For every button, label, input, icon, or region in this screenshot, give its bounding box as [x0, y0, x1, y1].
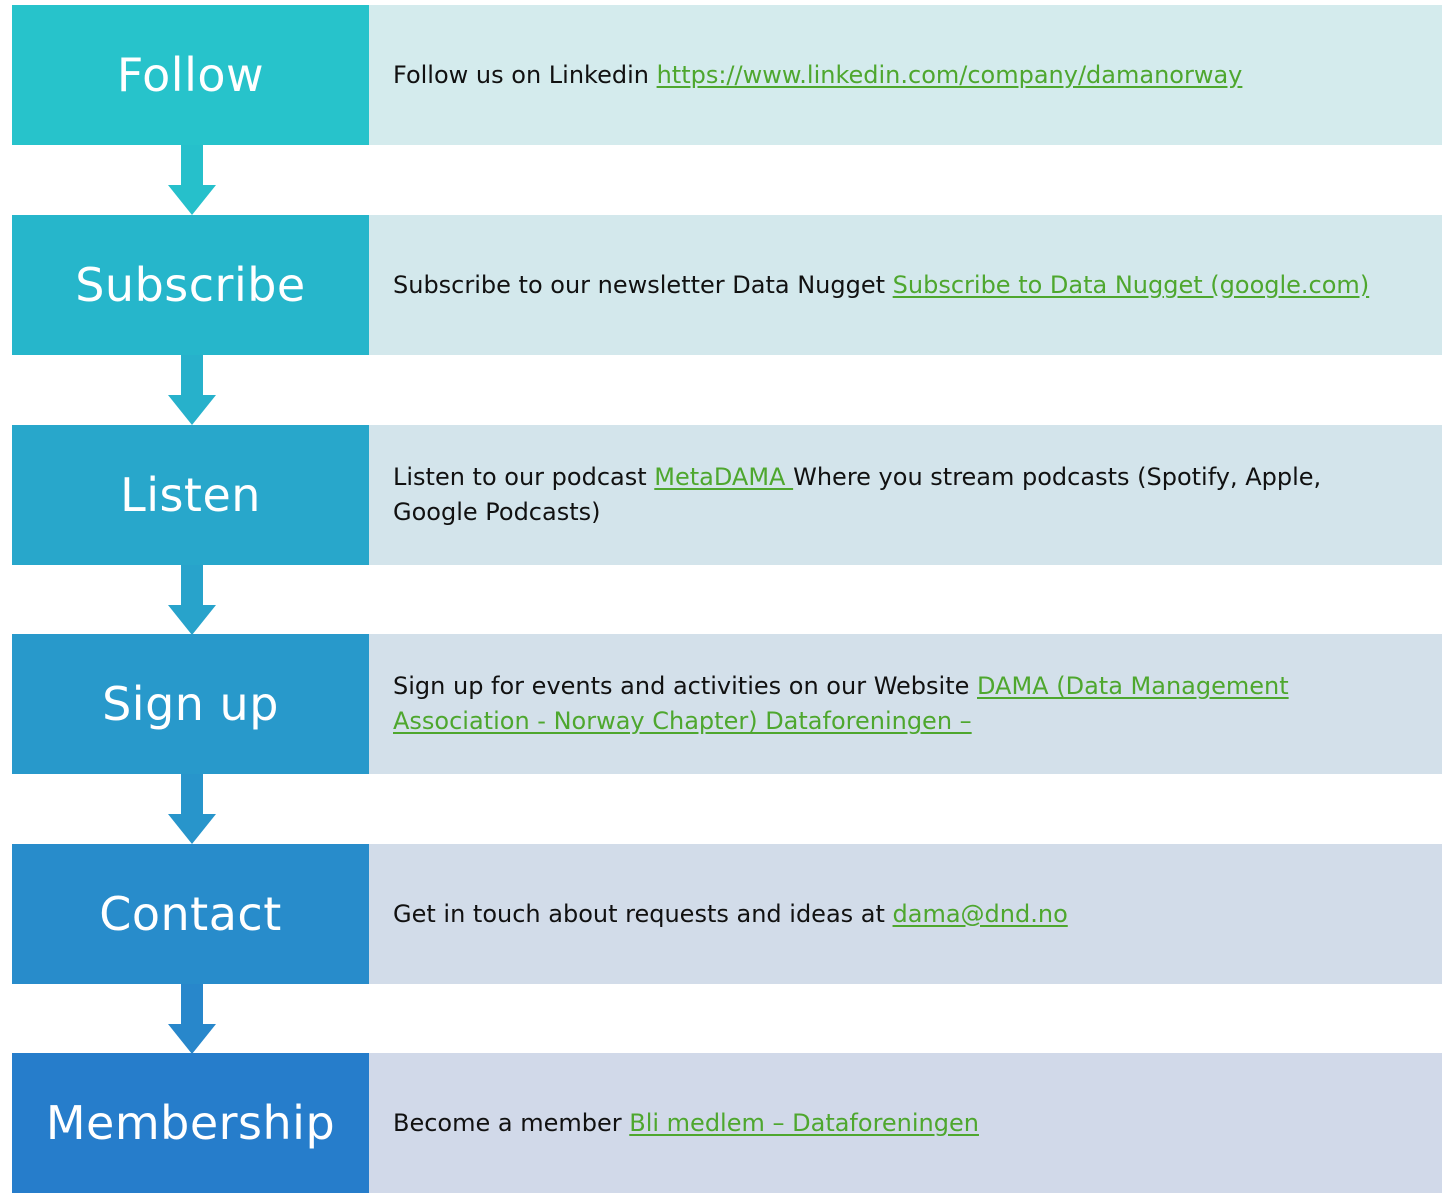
email-link[interactable]: dama@dnd.no [893, 900, 1068, 928]
step-contact: Contact Get in touch about requests and … [12, 844, 1442, 984]
step-desc-membership: Become a member Bli medlem – Dataforenin… [369, 1053, 1442, 1193]
desc-prefix: Follow us on Linkedin [393, 60, 657, 89]
down-arrow-icon [168, 145, 216, 215]
linkedin-link[interactable]: https://www.linkedin.com/company/damanor… [657, 61, 1243, 89]
newsletter-link[interactable]: Subscribe to Data Nugget (google.com) [893, 271, 1370, 299]
desc-prefix: Sign up for events and activities on our… [393, 672, 977, 700]
arrow-head [168, 395, 216, 425]
desc-text-follow: Follow us on Linkedin https://www.linked… [393, 58, 1242, 93]
step-label-sign-up: Sign up [12, 634, 369, 774]
desc-text-contact: Get in touch about requests and ideas at… [393, 897, 1068, 932]
desc-text-sign-up: Sign up for events and activities on our… [393, 669, 1403, 739]
step-listen: Listen Listen to our podcast MetaDAMA Wh… [12, 425, 1442, 565]
desc-prefix: Get in touch about requests and ideas at [393, 899, 893, 928]
step-membership: Membership Become a member Bli medlem – … [12, 1053, 1442, 1193]
podcast-link[interactable]: MetaDAMA [654, 463, 793, 491]
arrow-shaft [181, 145, 203, 187]
down-arrow-icon [168, 355, 216, 425]
down-arrow-icon [168, 774, 216, 844]
step-desc-subscribe: Subscribe to our newsletter Data Nugget … [369, 215, 1442, 355]
step-sign-up: Sign up Sign up for events and activitie… [12, 634, 1442, 774]
step-label-follow: Follow [12, 5, 369, 145]
arrow-head [168, 605, 216, 635]
desc-text-listen: Listen to our podcast MetaDAMA Where you… [393, 460, 1403, 530]
arrow-shaft [181, 565, 203, 607]
arrow-shaft [181, 355, 203, 397]
arrow-head [168, 185, 216, 215]
step-label-subscribe: Subscribe [12, 215, 369, 355]
desc-prefix: Become a member [393, 1108, 630, 1137]
down-arrow-icon [168, 565, 216, 635]
arrow-head [168, 814, 216, 844]
step-subscribe: Subscribe Subscribe to our newsletter Da… [12, 215, 1442, 355]
step-desc-contact: Get in touch about requests and ideas at… [369, 844, 1442, 984]
desc-text-subscribe: Subscribe to our newsletter Data Nugget … [393, 268, 1369, 303]
step-label-listen: Listen [12, 425, 369, 565]
arrow-head [168, 1024, 216, 1054]
step-desc-follow: Follow us on Linkedin https://www.linked… [369, 5, 1442, 145]
membership-link[interactable]: Bli medlem – Dataforeningen [629, 1109, 979, 1137]
step-label-contact: Contact [12, 844, 369, 984]
desc-prefix: Subscribe to our newsletter Data Nugget [393, 270, 893, 299]
step-follow: Follow Follow us on Linkedin https://www… [12, 5, 1442, 145]
arrow-shaft [181, 984, 203, 1026]
desc-prefix: Listen to our podcast [393, 463, 655, 491]
step-desc-listen: Listen to our podcast MetaDAMA Where you… [369, 425, 1442, 565]
step-desc-sign-up: Sign up for events and activities on our… [369, 634, 1442, 774]
step-label-membership: Membership [12, 1053, 369, 1193]
down-arrow-icon [168, 984, 216, 1054]
arrow-shaft [181, 774, 203, 816]
desc-text-membership: Become a member Bli medlem – Dataforenin… [393, 1106, 979, 1141]
